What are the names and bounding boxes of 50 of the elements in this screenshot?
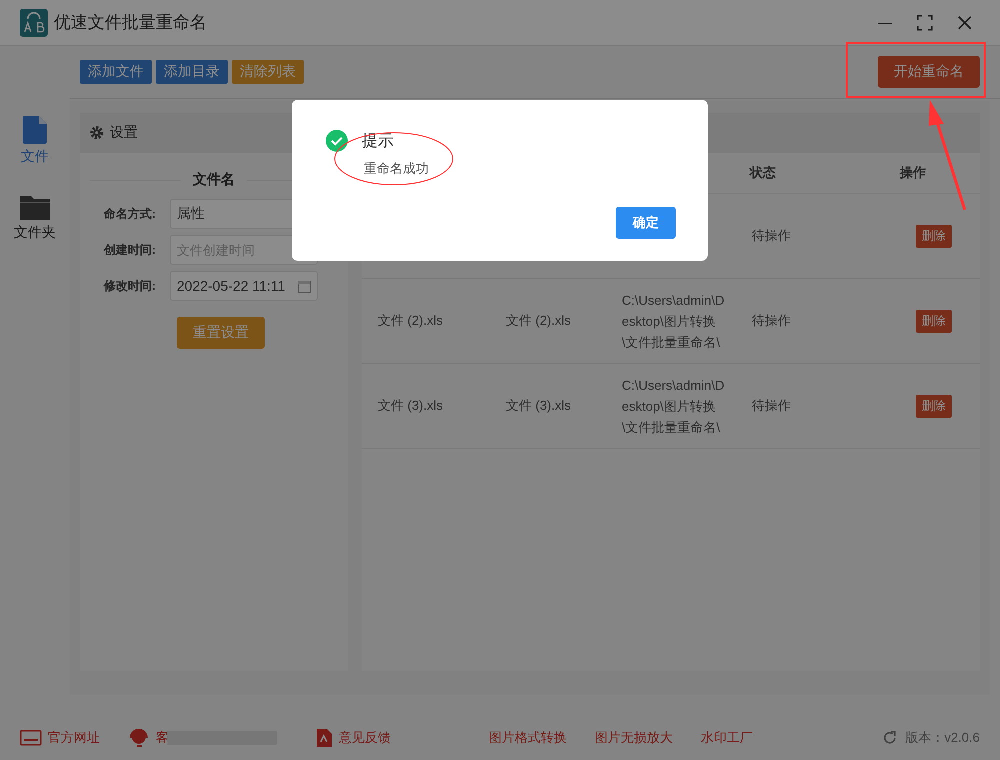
- dialog-title: 提示: [362, 132, 394, 152]
- toolbar-button[interactable]: 添加目录: [156, 60, 228, 84]
- table-cell: 待操作: [736, 194, 886, 279]
- footer-link[interactable]: 图片无损放大: [595, 728, 673, 746]
- table-cell: 文件 (3).xls: [490, 364, 618, 449]
- dialog-message: 重命名成功: [364, 160, 430, 178]
- table-cell: 待操作: [736, 364, 886, 449]
- toolbar-button[interactable]: 清除列表: [232, 60, 304, 84]
- table-cell: 文件 (3).xls: [362, 364, 490, 449]
- column-header: 状态: [736, 153, 886, 194]
- footer-link[interactable]: 客: [128, 726, 169, 748]
- table-cell: 文件 (2).xls: [490, 279, 618, 364]
- web-icon: [20, 730, 42, 746]
- reset-button[interactable]: 重置设置: [177, 317, 265, 349]
- settings-title: 设置: [110, 124, 138, 142]
- refresh-icon: [882, 730, 898, 746]
- delete-button[interactable]: 删除: [916, 394, 952, 418]
- maximize-icon[interactable]: [917, 14, 933, 30]
- delete-button[interactable]: 删除: [916, 310, 952, 332]
- column-header: 操作: [886, 153, 980, 194]
- app-logo: [20, 8, 48, 36]
- toolbar-button[interactable]: 添加文件: [80, 60, 152, 84]
- table-cell: 文件 (2).xls: [362, 279, 490, 364]
- close-icon[interactable]: [958, 16, 972, 30]
- section-title: 文件名: [193, 171, 235, 189]
- footer-link[interactable]: 图片格式转换: [489, 728, 567, 746]
- field-label: 创建时间:: [104, 242, 157, 258]
- sidebar-item[interactable]: 文件夹: [14, 194, 56, 242]
- sidebar-item[interactable]: 文件: [21, 116, 49, 166]
- folder-icon: [20, 194, 50, 220]
- delete-button[interactable]: 删除: [916, 224, 952, 248]
- date-field[interactable]: 2022-05-22 11:11: [170, 271, 318, 301]
- settings-icon: [90, 126, 104, 140]
- footer-link[interactable]: 意见反馈: [315, 728, 391, 748]
- success-icon: [326, 130, 348, 152]
- calendar-icon: [298, 280, 311, 292]
- file-icon: [23, 116, 47, 144]
- table-cell: 待操作: [736, 279, 886, 364]
- headset-icon: [128, 726, 150, 748]
- footer-link[interactable]: 官方网址: [20, 728, 100, 746]
- table-cell: C:\Users\admin\Desktop\图片转换\文件批量重命名\: [618, 279, 736, 364]
- table-cell: C:\Users\admin\Desktop\图片转换\文件批量重命名\: [618, 364, 736, 449]
- document-icon: [315, 728, 333, 748]
- field-label: 修改时间:: [104, 278, 157, 294]
- window-title: 优速文件批量重命名: [54, 12, 208, 34]
- footer-link[interactable]: 水印工厂: [701, 728, 753, 746]
- start-rename-button[interactable]: 开始重命名: [878, 56, 980, 88]
- ok-button[interactable]: 确定: [616, 207, 676, 239]
- field-label: 命名方式:: [104, 206, 157, 222]
- version-label: 版本：v2.0.6: [906, 728, 980, 746]
